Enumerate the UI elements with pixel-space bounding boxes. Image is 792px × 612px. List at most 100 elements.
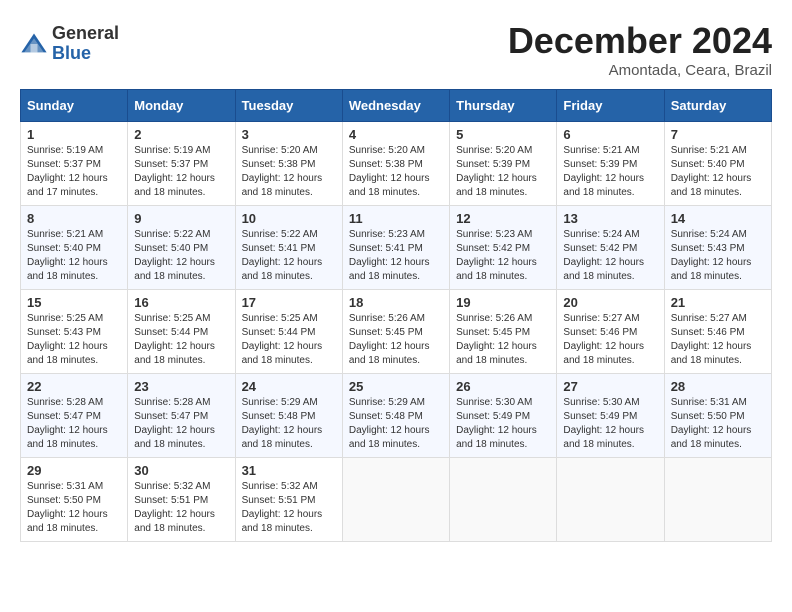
day-number: 7 <box>671 127 765 142</box>
day-number: 6 <box>563 127 657 142</box>
day-number: 22 <box>27 379 121 394</box>
day-cell: 3 Sunrise: 5:20 AMSunset: 5:38 PMDayligh… <box>235 122 342 206</box>
week-row-3: 15 Sunrise: 5:25 AMSunset: 5:43 PMDaylig… <box>21 290 772 374</box>
day-cell: 21 Sunrise: 5:27 AMSunset: 5:46 PMDaylig… <box>664 290 771 374</box>
day-number: 30 <box>134 463 228 478</box>
day-number: 25 <box>349 379 443 394</box>
day-cell <box>342 458 449 542</box>
day-info: Sunrise: 5:23 AMSunset: 5:41 PMDaylight:… <box>349 229 430 282</box>
day-cell: 8 Sunrise: 5:21 AMSunset: 5:40 PMDayligh… <box>21 206 128 290</box>
day-info: Sunrise: 5:19 AMSunset: 5:37 PMDaylight:… <box>134 145 215 198</box>
day-cell: 1 Sunrise: 5:19 AMSunset: 5:37 PMDayligh… <box>21 122 128 206</box>
day-number: 10 <box>242 211 336 226</box>
header-wednesday: Wednesday <box>342 90 449 122</box>
day-cell: 2 Sunrise: 5:19 AMSunset: 5:37 PMDayligh… <box>128 122 235 206</box>
day-cell: 29 Sunrise: 5:31 AMSunset: 5:50 PMDaylig… <box>21 458 128 542</box>
location: Amontada, Ceara, Brazil <box>508 62 772 79</box>
day-cell: 31 Sunrise: 5:32 AMSunset: 5:51 PMDaylig… <box>235 458 342 542</box>
day-number: 9 <box>134 211 228 226</box>
day-number: 19 <box>456 295 550 310</box>
day-info: Sunrise: 5:23 AMSunset: 5:42 PMDaylight:… <box>456 229 537 282</box>
logo-general-text: General <box>52 24 119 44</box>
day-number: 17 <box>242 295 336 310</box>
day-info: Sunrise: 5:20 AMSunset: 5:38 PMDaylight:… <box>349 145 430 198</box>
day-number: 23 <box>134 379 228 394</box>
day-cell: 25 Sunrise: 5:29 AMSunset: 5:48 PMDaylig… <box>342 374 449 458</box>
header-sunday: Sunday <box>21 90 128 122</box>
day-cell: 23 Sunrise: 5:28 AMSunset: 5:47 PMDaylig… <box>128 374 235 458</box>
day-info: Sunrise: 5:24 AMSunset: 5:42 PMDaylight:… <box>563 229 644 282</box>
day-number: 11 <box>349 211 443 226</box>
day-info: Sunrise: 5:29 AMSunset: 5:48 PMDaylight:… <box>242 397 323 450</box>
logo-blue-text: Blue <box>52 44 119 64</box>
day-info: Sunrise: 5:19 AMSunset: 5:37 PMDaylight:… <box>27 145 108 198</box>
day-number: 8 <box>27 211 121 226</box>
day-cell: 11 Sunrise: 5:23 AMSunset: 5:41 PMDaylig… <box>342 206 449 290</box>
day-info: Sunrise: 5:30 AMSunset: 5:49 PMDaylight:… <box>563 397 644 450</box>
day-info: Sunrise: 5:32 AMSunset: 5:51 PMDaylight:… <box>242 481 323 534</box>
day-cell: 22 Sunrise: 5:28 AMSunset: 5:47 PMDaylig… <box>21 374 128 458</box>
day-cell: 10 Sunrise: 5:22 AMSunset: 5:41 PMDaylig… <box>235 206 342 290</box>
day-info: Sunrise: 5:27 AMSunset: 5:46 PMDaylight:… <box>671 313 752 366</box>
day-info: Sunrise: 5:26 AMSunset: 5:45 PMDaylight:… <box>349 313 430 366</box>
day-number: 3 <box>242 127 336 142</box>
day-cell: 19 Sunrise: 5:26 AMSunset: 5:45 PMDaylig… <box>450 290 557 374</box>
day-number: 1 <box>27 127 121 142</box>
day-info: Sunrise: 5:27 AMSunset: 5:46 PMDaylight:… <box>563 313 644 366</box>
day-cell: 16 Sunrise: 5:25 AMSunset: 5:44 PMDaylig… <box>128 290 235 374</box>
month-title: December 2024 <box>508 20 772 62</box>
day-cell: 9 Sunrise: 5:22 AMSunset: 5:40 PMDayligh… <box>128 206 235 290</box>
day-cell: 4 Sunrise: 5:20 AMSunset: 5:38 PMDayligh… <box>342 122 449 206</box>
day-info: Sunrise: 5:24 AMSunset: 5:43 PMDaylight:… <box>671 229 752 282</box>
day-cell: 7 Sunrise: 5:21 AMSunset: 5:40 PMDayligh… <box>664 122 771 206</box>
day-info: Sunrise: 5:20 AMSunset: 5:39 PMDaylight:… <box>456 145 537 198</box>
logo-icon <box>20 30 48 58</box>
header-friday: Friday <box>557 90 664 122</box>
day-number: 24 <box>242 379 336 394</box>
day-info: Sunrise: 5:32 AMSunset: 5:51 PMDaylight:… <box>134 481 215 534</box>
day-cell: 17 Sunrise: 5:25 AMSunset: 5:44 PMDaylig… <box>235 290 342 374</box>
day-cell: 14 Sunrise: 5:24 AMSunset: 5:43 PMDaylig… <box>664 206 771 290</box>
header-monday: Monday <box>128 90 235 122</box>
day-number: 15 <box>27 295 121 310</box>
day-cell: 27 Sunrise: 5:30 AMSunset: 5:49 PMDaylig… <box>557 374 664 458</box>
header-row: SundayMondayTuesdayWednesdayThursdayFrid… <box>21 90 772 122</box>
day-number: 13 <box>563 211 657 226</box>
day-number: 2 <box>134 127 228 142</box>
day-info: Sunrise: 5:25 AMSunset: 5:44 PMDaylight:… <box>242 313 323 366</box>
week-row-4: 22 Sunrise: 5:28 AMSunset: 5:47 PMDaylig… <box>21 374 772 458</box>
day-info: Sunrise: 5:22 AMSunset: 5:40 PMDaylight:… <box>134 229 215 282</box>
day-number: 18 <box>349 295 443 310</box>
calendar-table: SundayMondayTuesdayWednesdayThursdayFrid… <box>20 89 772 542</box>
header-thursday: Thursday <box>450 90 557 122</box>
week-row-5: 29 Sunrise: 5:31 AMSunset: 5:50 PMDaylig… <box>21 458 772 542</box>
day-number: 20 <box>563 295 657 310</box>
day-number: 29 <box>27 463 121 478</box>
day-cell: 26 Sunrise: 5:30 AMSunset: 5:49 PMDaylig… <box>450 374 557 458</box>
day-cell <box>664 458 771 542</box>
day-cell: 15 Sunrise: 5:25 AMSunset: 5:43 PMDaylig… <box>21 290 128 374</box>
day-cell: 20 Sunrise: 5:27 AMSunset: 5:46 PMDaylig… <box>557 290 664 374</box>
day-number: 5 <box>456 127 550 142</box>
day-number: 26 <box>456 379 550 394</box>
day-info: Sunrise: 5:26 AMSunset: 5:45 PMDaylight:… <box>456 313 537 366</box>
day-info: Sunrise: 5:25 AMSunset: 5:44 PMDaylight:… <box>134 313 215 366</box>
day-cell: 12 Sunrise: 5:23 AMSunset: 5:42 PMDaylig… <box>450 206 557 290</box>
header-saturday: Saturday <box>664 90 771 122</box>
day-cell: 13 Sunrise: 5:24 AMSunset: 5:42 PMDaylig… <box>557 206 664 290</box>
day-info: Sunrise: 5:25 AMSunset: 5:43 PMDaylight:… <box>27 313 108 366</box>
day-number: 27 <box>563 379 657 394</box>
week-row-1: 1 Sunrise: 5:19 AMSunset: 5:37 PMDayligh… <box>21 122 772 206</box>
day-cell: 24 Sunrise: 5:29 AMSunset: 5:48 PMDaylig… <box>235 374 342 458</box>
header-tuesday: Tuesday <box>235 90 342 122</box>
week-row-2: 8 Sunrise: 5:21 AMSunset: 5:40 PMDayligh… <box>21 206 772 290</box>
day-cell: 18 Sunrise: 5:26 AMSunset: 5:45 PMDaylig… <box>342 290 449 374</box>
day-info: Sunrise: 5:22 AMSunset: 5:41 PMDaylight:… <box>242 229 323 282</box>
day-info: Sunrise: 5:21 AMSunset: 5:39 PMDaylight:… <box>563 145 644 198</box>
day-cell <box>450 458 557 542</box>
day-info: Sunrise: 5:21 AMSunset: 5:40 PMDaylight:… <box>671 145 752 198</box>
day-info: Sunrise: 5:20 AMSunset: 5:38 PMDaylight:… <box>242 145 323 198</box>
day-info: Sunrise: 5:21 AMSunset: 5:40 PMDaylight:… <box>27 229 108 282</box>
day-number: 31 <box>242 463 336 478</box>
day-number: 28 <box>671 379 765 394</box>
